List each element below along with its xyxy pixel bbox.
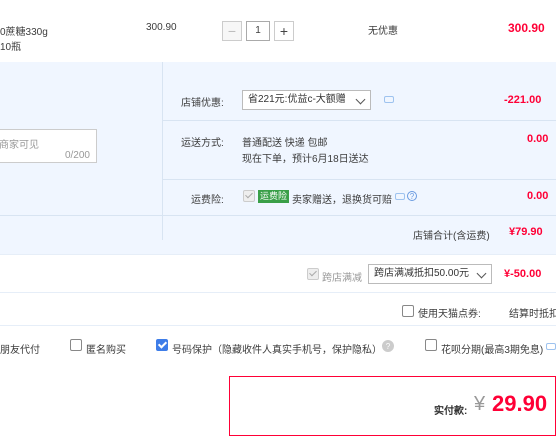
shipping-method: 普通配送 快递 包邮 (242, 138, 328, 149)
shop-discount-selected: 省221元:优益c-大额赠 (248, 94, 346, 105)
anonymous-label: 匿名购买 (86, 345, 126, 356)
tmall-points-label: 使用天猫点券: (418, 309, 481, 320)
shop-discount-amount: -221.00 (504, 94, 542, 106)
payment-currency: ¥ (474, 393, 486, 415)
cross-store-selected: 跨店满减抵扣50.00元 (374, 268, 470, 279)
panel-divider-vertical (162, 62, 163, 240)
order-options-panel: 商家可见 0/200 店铺优惠: 省221元:优益c-大额赠 -221.00 运… (0, 62, 556, 254)
panel-divider (162, 179, 556, 180)
tmall-points-checkbox[interactable] (402, 305, 414, 317)
friend-pay-option[interactable]: 朋友代付 (0, 341, 40, 356)
shop-discount-select[interactable]: 省221元:优益c-大额赠 (242, 90, 371, 110)
quantity-input[interactable]: 1 (246, 21, 270, 41)
quantity-decrease-button[interactable]: − (222, 21, 242, 41)
insurance-text: 卖家赠送，退换货可赔 (292, 195, 392, 206)
message-placeholder: 商家可见 (0, 140, 39, 151)
item-name-line2[interactable]: 10瓶 (0, 38, 21, 53)
chat-icon[interactable] (395, 193, 405, 200)
tmall-points-right-text: 结算时抵扣 (509, 309, 556, 320)
anonymous-checkbox[interactable] (70, 339, 82, 351)
panel-divider (162, 120, 556, 121)
chat-icon[interactable] (384, 96, 394, 103)
shop-total-amount: ¥79.90 (509, 226, 543, 238)
buyer-message-input[interactable]: 商家可见 0/200 (0, 129, 97, 163)
payment-label: 实付款: (434, 406, 468, 417)
huabei-checkbox[interactable] (425, 339, 437, 351)
quantity-increase-button[interactable]: + (274, 21, 294, 41)
cross-store-select[interactable]: 跨店满减抵扣50.00元 (368, 264, 492, 284)
panel-divider (0, 215, 556, 216)
help-icon[interactable]: ? (407, 191, 417, 201)
shipping-amount: 0.00 (527, 133, 549, 145)
huabei-label: 花呗分期(最高3期免息) (441, 345, 544, 356)
insurance-amount: 0.00 (527, 190, 549, 202)
item-subtotal: 300.90 (508, 21, 545, 35)
chevron-down-icon (476, 268, 487, 279)
cross-store-discount-row: 跨店满减 跨店满减抵扣50.00元 ¥-50.00 (0, 254, 556, 293)
insurance-label: 运费险: (191, 195, 224, 206)
shipping-eta: 现在下单，预计6月18日送达 (242, 154, 369, 165)
chevron-down-icon (355, 94, 366, 105)
item-name-line1[interactable]: 0蔗糖330g (0, 23, 48, 38)
payment-summary-box: 实付款: ¥ 29.90 (229, 376, 556, 436)
shipping-label: 运送方式: (181, 138, 224, 149)
cart-item-row: 0蔗糖330g 10瓶 300.90 − 1 + 无优惠 300.90 (0, 0, 556, 63)
unit-price: 300.90 (146, 22, 177, 33)
number-protect-label: 号码保护（隐藏收件人真实手机号，保护隐私） (172, 345, 382, 356)
divider (0, 292, 556, 293)
message-counter: 0/200 (64, 150, 90, 161)
help-icon[interactable]: ? (382, 340, 394, 352)
insurance-tag: 运费险 (258, 190, 290, 203)
item-discount: 无优惠 (368, 26, 398, 37)
shop-discount-label: 店铺优惠: (181, 98, 224, 109)
insurance-checkbox[interactable] (243, 190, 255, 202)
cross-store-checkbox[interactable] (307, 268, 319, 280)
number-protect-checkbox[interactable] (156, 339, 168, 351)
divider (0, 325, 556, 326)
shop-total-label: 店铺合计(含运费) (413, 231, 490, 242)
chat-icon[interactable] (546, 343, 556, 350)
cross-store-label: 跨店满减 (322, 273, 362, 284)
payment-amount: 29.90 (492, 391, 548, 416)
cross-store-amount: ¥-50.00 (504, 268, 542, 280)
